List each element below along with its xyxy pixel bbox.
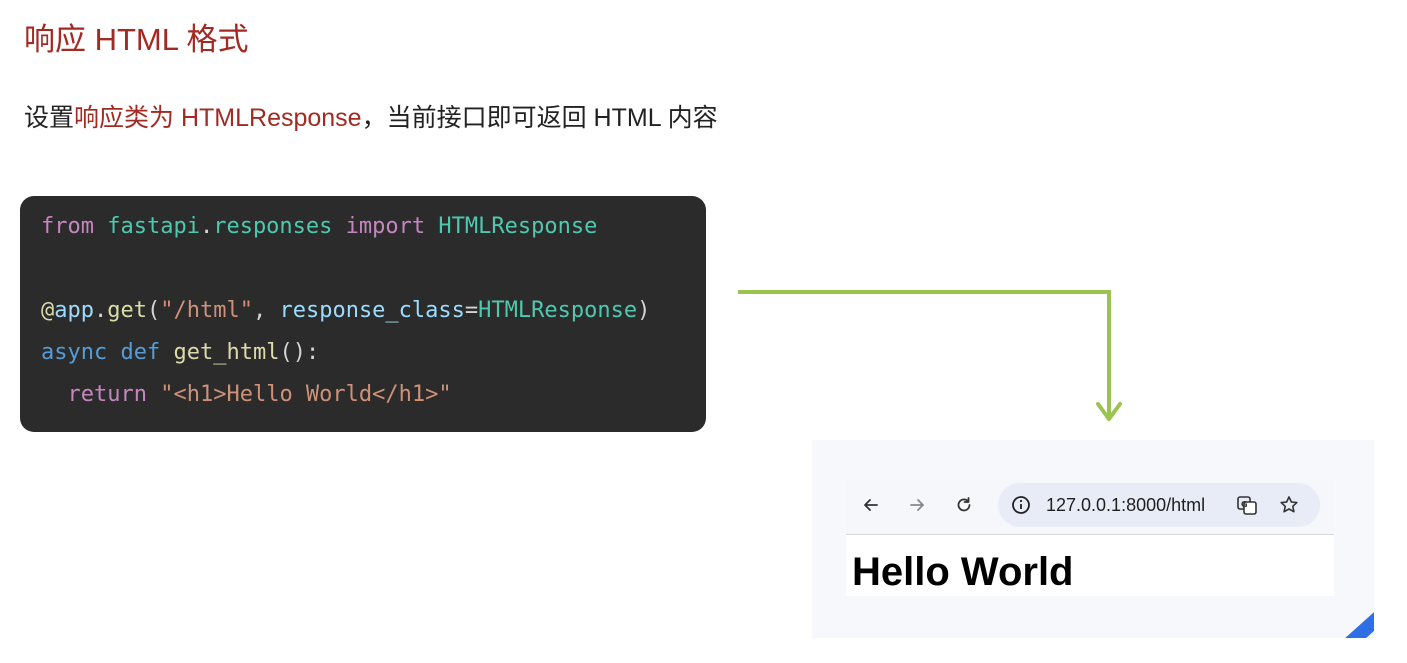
back-button[interactable] — [856, 490, 886, 520]
corner-decoration — [812, 440, 864, 444]
reload-icon — [957, 497, 971, 512]
address-bar[interactable]: 127.0.0.1:8000/html G — [998, 483, 1320, 527]
page-content-heading: Hello World — [852, 550, 1074, 594]
address-url[interactable]: 127.0.0.1:8000/html — [1046, 495, 1205, 516]
forward-button[interactable] — [902, 490, 932, 520]
info-icon[interactable] — [1010, 494, 1032, 516]
browser-window: 127.0.0.1:8000/html G Hello World — [846, 480, 1334, 596]
back-arrow-icon — [864, 499, 878, 511]
star-icon[interactable] — [1278, 494, 1300, 516]
translate-icon[interactable]: G — [1236, 494, 1258, 516]
svg-text:G: G — [1241, 500, 1248, 509]
reload-button[interactable] — [949, 490, 979, 520]
browser-toolbar: 127.0.0.1:8000/html G — [846, 480, 1334, 535]
corner-decoration — [1320, 599, 1374, 638]
browser-screenshot: 127.0.0.1:8000/html G Hello World — [812, 440, 1374, 638]
forward-arrow-icon — [910, 499, 924, 511]
